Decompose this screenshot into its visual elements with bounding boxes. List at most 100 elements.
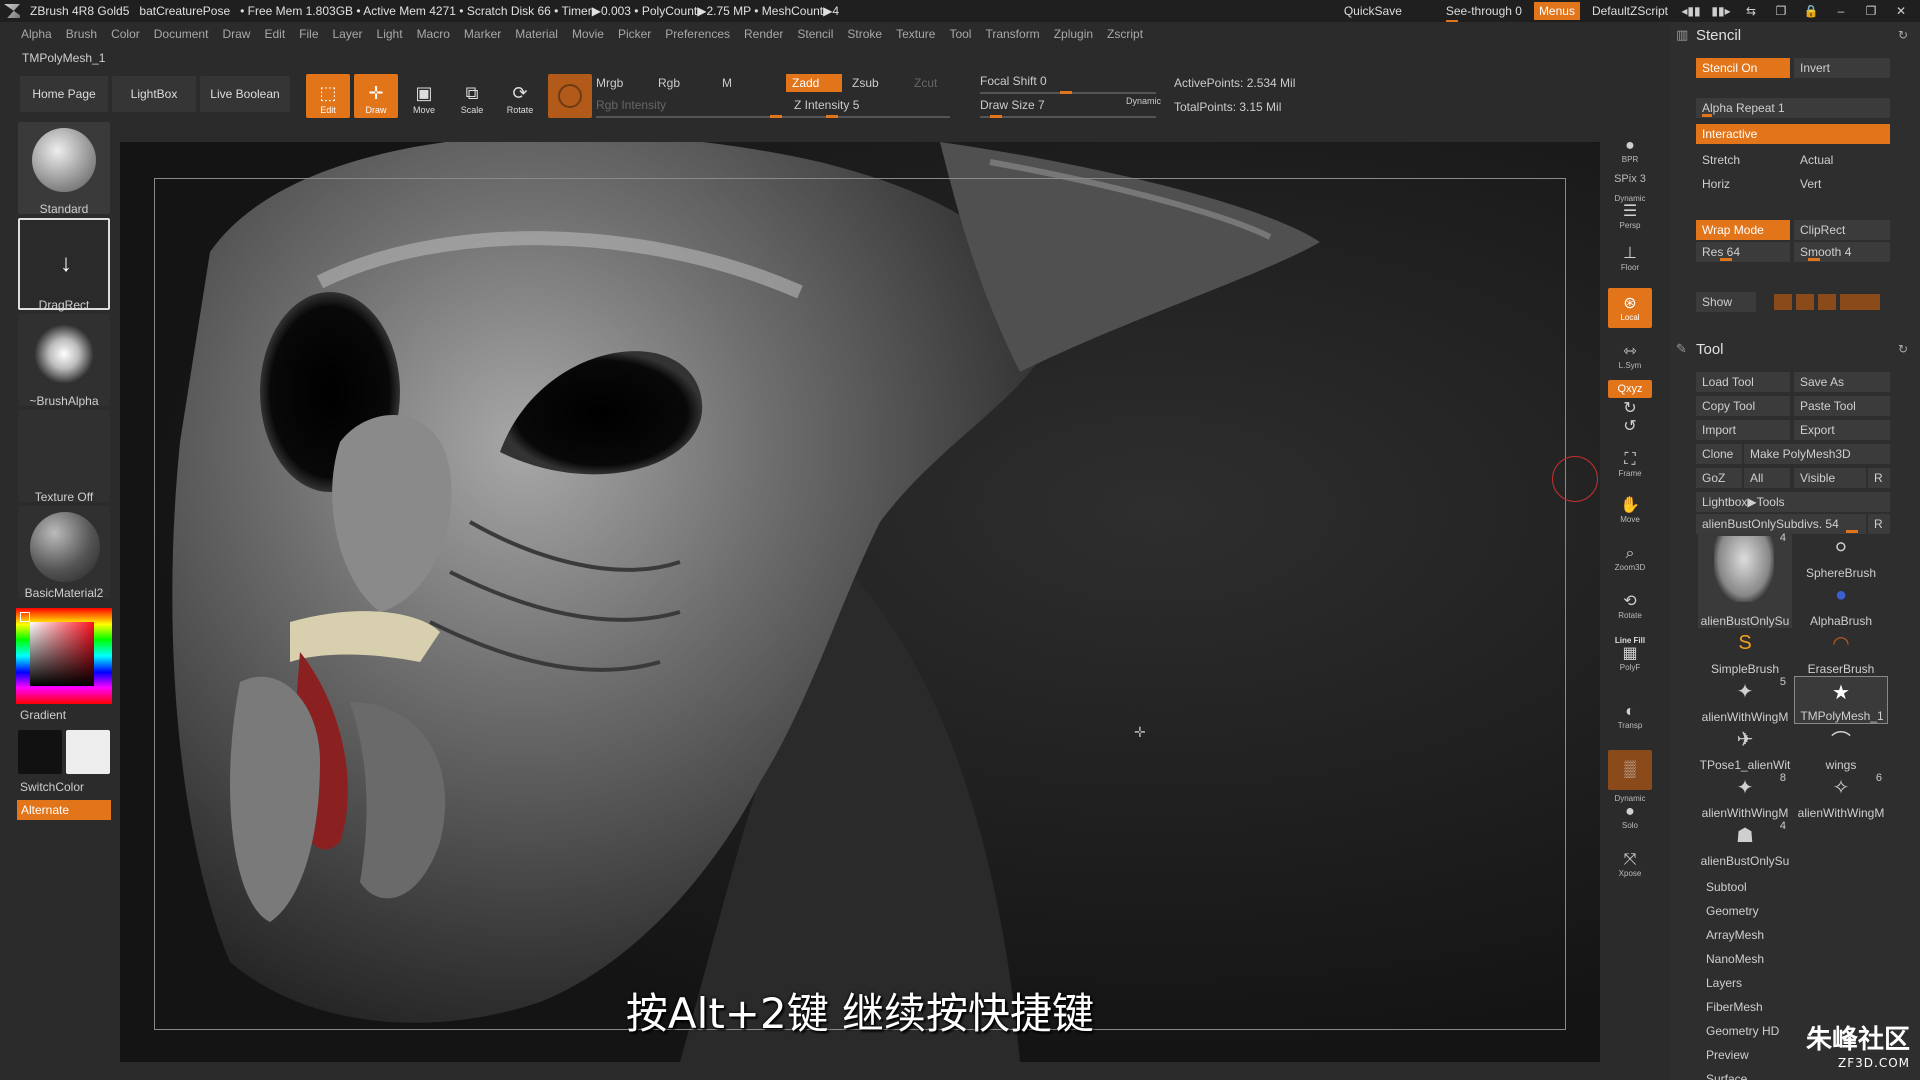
surface-menu[interactable]: Surface: [1706, 1072, 1747, 1080]
texture-selector[interactable]: [18, 410, 110, 502]
tool-thumb-alphabrush[interactable]: ● AlphaBrush: [1794, 580, 1888, 629]
menu-file[interactable]: File: [292, 27, 325, 41]
show-button[interactable]: Show: [1696, 292, 1756, 312]
menu-brush[interactable]: Brush: [59, 27, 104, 41]
arraymesh-menu[interactable]: ArrayMesh: [1706, 928, 1764, 942]
alpha-repeat-slider[interactable]: Alpha Repeat 1: [1696, 98, 1890, 118]
rotate-button[interactable]: ⟳ Rotate: [498, 74, 542, 118]
geometry-menu[interactable]: Geometry: [1706, 904, 1759, 918]
tool-thumb-alienwithwing-1[interactable]: ✦ 5 alienWithWingM: [1698, 676, 1792, 724]
subtool-menu[interactable]: Subtool: [1706, 880, 1747, 894]
stencil-palette-header[interactable]: ▥ Stencil ↻: [1670, 22, 1920, 48]
menu-material[interactable]: Material: [508, 27, 565, 41]
local-button[interactable]: ⊛ Local: [1608, 288, 1652, 328]
canvas-viewport[interactable]: ✛ 按Alt+2键 继续按快捷键: [120, 142, 1600, 1062]
actual-button[interactable]: Actual: [1794, 150, 1890, 170]
goz-all-button[interactable]: All: [1744, 468, 1790, 488]
menu-tool[interactable]: Tool: [942, 27, 978, 41]
zadd-button[interactable]: Zadd: [786, 74, 842, 92]
swap-layout-icon[interactable]: ⇆: [1740, 4, 1762, 18]
horiz-button[interactable]: Horiz: [1696, 174, 1790, 194]
zsub-button[interactable]: Zsub: [852, 76, 879, 90]
color-picker[interactable]: [16, 608, 112, 704]
res-slider[interactable]: Res 64: [1696, 242, 1790, 262]
tool-thumb-tmpolymesh[interactable]: ★ TMPolyMesh_1: [1794, 676, 1888, 724]
home-page-button[interactable]: Home Page: [20, 76, 108, 112]
tool-thumb-eraserbrush[interactable]: ◠ EraserBrush: [1794, 628, 1888, 677]
window-layout-icon[interactable]: ❐: [1770, 4, 1792, 18]
cliprect-button[interactable]: ClipRect: [1794, 220, 1890, 240]
zcut-button[interactable]: Zcut: [914, 76, 937, 90]
vert-button[interactable]: Vert: [1794, 174, 1890, 194]
brush-selector[interactable]: [18, 122, 110, 214]
tool-palette-header[interactable]: ✎ Tool ↻: [1670, 336, 1920, 362]
see-through-slider[interactable]: See-through 0: [1442, 4, 1526, 22]
tool-thumb-alienbust-2[interactable]: ☗ 4 alienBustOnlySu: [1698, 820, 1792, 868]
menus-button[interactable]: Menus: [1533, 2, 1580, 20]
layers-menu[interactable]: Layers: [1706, 976, 1742, 990]
stroke-selector[interactable]: ↓: [18, 218, 110, 310]
menu-texture[interactable]: Texture: [889, 27, 942, 41]
show-g-toggle[interactable]: [1796, 294, 1814, 310]
solo-button[interactable]: Dynamic ● Solo: [1608, 792, 1652, 832]
menu-zplugin[interactable]: Zplugin: [1047, 27, 1100, 41]
reset-icon[interactable]: ↻: [1898, 28, 1908, 42]
nanomesh-menu[interactable]: NanoMesh: [1706, 952, 1764, 966]
persp-button[interactable]: Dynamic ☰ Persp: [1608, 192, 1652, 232]
rgb-intensity-slider[interactable]: Rgb Intensity: [596, 98, 666, 112]
menu-edit[interactable]: Edit: [257, 27, 292, 41]
menu-layer[interactable]: Layer: [326, 27, 370, 41]
menu-zscript[interactable]: Zscript: [1100, 27, 1150, 41]
alternate-button[interactable]: Alternate: [17, 800, 111, 820]
export-button[interactable]: Export: [1794, 420, 1890, 440]
menu-marker[interactable]: Marker: [457, 27, 508, 41]
alpha-selector[interactable]: [18, 314, 110, 406]
close-icon[interactable]: ✕: [1890, 4, 1912, 18]
quicksave-button[interactable]: QuickSave: [1340, 4, 1406, 18]
menu-movie[interactable]: Movie: [565, 27, 611, 41]
color-saturation-square[interactable]: [30, 622, 94, 686]
menu-light[interactable]: Light: [370, 27, 410, 41]
copy-tool-button[interactable]: Copy Tool: [1696, 396, 1790, 416]
ghost-button[interactable]: ▒: [1608, 750, 1652, 790]
rgb-button[interactable]: Rgb: [658, 76, 680, 90]
lsym-button[interactable]: ⇿ L.Sym: [1608, 336, 1652, 376]
move-view-button[interactable]: ✋ Move: [1608, 490, 1652, 530]
menu-render[interactable]: Render: [737, 27, 790, 41]
subdiv-slider[interactable]: alienBustOnlySubdivs. 54: [1696, 514, 1866, 534]
primary-color-swatch[interactable]: [66, 730, 110, 774]
make-polymesh3d-button[interactable]: Make PolyMesh3D: [1744, 444, 1890, 464]
menu-draw[interactable]: Draw: [215, 27, 257, 41]
menu-macro[interactable]: Macro: [410, 27, 457, 41]
smooth-slider[interactable]: Smooth 4: [1794, 242, 1890, 262]
rotate-axis-buttons[interactable]: ↻ ↺: [1608, 400, 1652, 436]
tool-reset-icon[interactable]: ↻: [1898, 342, 1908, 356]
mrgb-button[interactable]: Mrgb: [596, 76, 623, 90]
polyf-button[interactable]: Line Fill ▦ PolyF: [1608, 634, 1652, 674]
live-boolean-button[interactable]: Live Boolean: [200, 76, 290, 112]
maximize-icon[interactable]: ❐: [1860, 4, 1882, 18]
show-b-toggle[interactable]: [1818, 294, 1836, 310]
frame-button[interactable]: ⛶ Frame: [1608, 444, 1652, 484]
menu-document[interactable]: Document: [147, 27, 216, 41]
goz-r-button[interactable]: R: [1868, 468, 1890, 488]
tool-thumb-simplebrush[interactable]: S SimpleBrush: [1698, 628, 1792, 677]
import-button[interactable]: Import: [1696, 420, 1790, 440]
show-r-toggle[interactable]: [1774, 294, 1792, 310]
tool-thumb-wings[interactable]: ⌒ wings: [1794, 724, 1888, 773]
draw-button[interactable]: ✛ Draw: [354, 74, 398, 118]
spix-slider[interactable]: SPix 3: [1608, 170, 1652, 188]
rotate-view-button[interactable]: ⟲ Rotate: [1608, 586, 1652, 626]
menu-alpha[interactable]: Alpha: [14, 27, 59, 41]
z-intensity-slider[interactable]: Z Intensity 5: [794, 98, 859, 112]
secondary-color-swatch[interactable]: [18, 730, 62, 774]
edit-button[interactable]: ⬚ Edit: [306, 74, 350, 118]
invert-button[interactable]: Invert: [1794, 58, 1890, 78]
switch-color-button[interactable]: SwitchColor: [20, 780, 120, 794]
menu-transform[interactable]: Transform: [978, 27, 1046, 41]
material-color-button[interactable]: [548, 74, 592, 118]
stretch-button[interactable]: Stretch: [1696, 150, 1790, 170]
lock-icon[interactable]: 🔒: [1800, 4, 1822, 18]
menu-stroke[interactable]: Stroke: [840, 27, 889, 41]
default-zscript-button[interactable]: DefaultZScript: [1588, 4, 1672, 18]
